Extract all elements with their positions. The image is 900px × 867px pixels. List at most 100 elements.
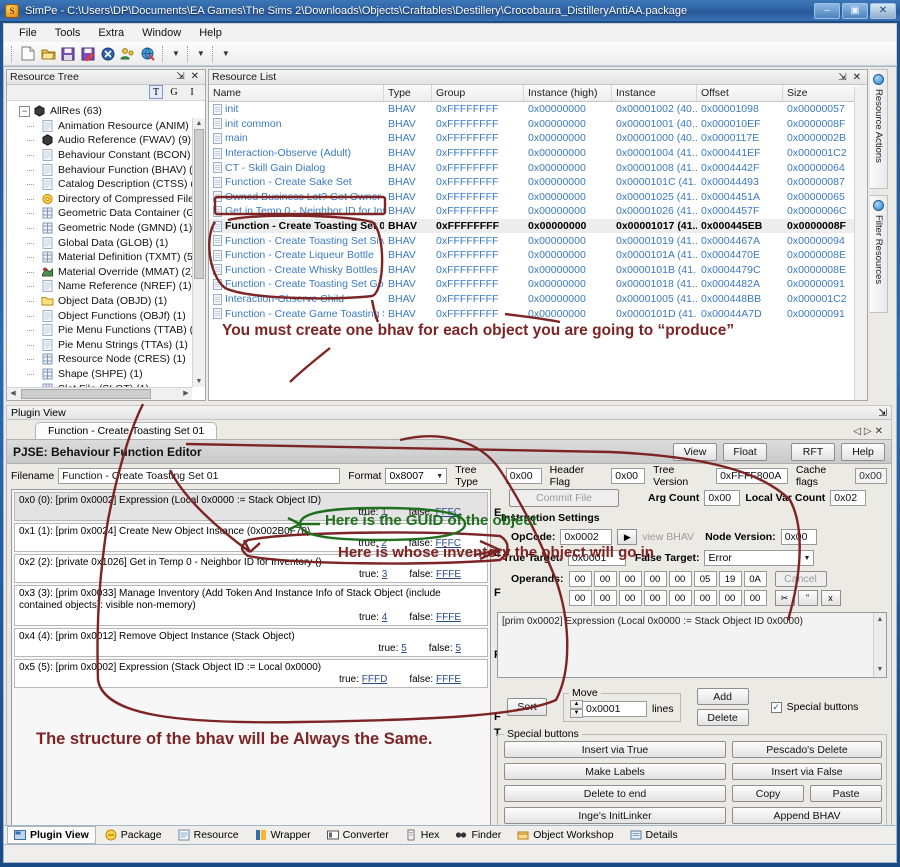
tree-type-input[interactable]: 0x00 <box>505 468 542 484</box>
pin-icon[interactable]: ⇲ <box>173 71 187 82</box>
bottom-tab-details[interactable]: Details <box>623 826 685 844</box>
false-value[interactable]: 5 <box>455 643 461 654</box>
scroll-up-arrow[interactable]: ▲ <box>193 118 205 129</box>
header-flag-input[interactable]: 0x00 <box>611 468 646 484</box>
bottom-tab-finder[interactable]: Finder <box>448 826 508 844</box>
operand-cell[interactable]: 00 <box>643 571 667 587</box>
sort-button[interactable]: Sort <box>507 698 547 716</box>
special-button-6[interactable]: Paste <box>810 785 882 802</box>
scroll-thumb[interactable] <box>194 128 204 279</box>
special-button-4[interactable]: Delete to end <box>504 785 726 802</box>
bottom-tab-plugin-view[interactable]: Plugin View <box>7 826 96 844</box>
tree-horizontal-scrollbar[interactable]: ◀ ▶ <box>7 386 192 400</box>
vtab-filter-resources[interactable]: Filter Resources <box>870 195 888 313</box>
rft-button[interactable]: RFT <box>791 442 835 461</box>
operand-cell[interactable]: 00 <box>643 590 667 606</box>
view-button[interactable]: View <box>673 442 717 461</box>
menu-item-tools[interactable]: Tools <box>46 25 90 41</box>
operand-cell[interactable]: 00 <box>743 590 767 606</box>
tree-expander[interactable]: − <box>19 105 30 117</box>
table-row[interactable]: Function - Create Game Toasting Set BHAV 0… <box>209 306 867 321</box>
special-buttons-checkbox[interactable]: ✓ <box>770 701 782 713</box>
special-button-2[interactable]: Make Labels <box>504 763 726 780</box>
tab-function-create-toasting-set-01[interactable]: Function - Create Toasting Set 01 <box>35 422 218 439</box>
tree-item-17[interactable]: Shape (SHPE) (1) <box>11 367 205 382</box>
bottom-tab-converter[interactable]: Converter <box>320 826 396 844</box>
table-row[interactable]: init common BHAV 0xFFFFFFFF 0x00000000 0x000… <box>209 117 867 132</box>
instruction-row[interactable]: 0x4 (4): [prim 0x0012] Remove Object Ins… <box>14 628 488 657</box>
table-row[interactable]: Owned Business Lot? Get Owner nID BHAV 0xF… <box>209 190 867 205</box>
false-value[interactable]: FFFE <box>436 612 461 623</box>
false-value[interactable]: FFFC <box>435 538 461 549</box>
table-row[interactable]: init BHAV 0xFFFFFFFF 0x00000000 0x00001002 (… <box>209 102 867 117</box>
scroll-up-arrow[interactable]: ▲ <box>877 614 884 626</box>
new-file-icon[interactable] <box>19 45 37 63</box>
help-button[interactable]: Help <box>841 442 885 461</box>
table-row[interactable]: CT - Skill Gain Dialog BHAV 0xFFFFFFFF 0x00… <box>209 160 867 175</box>
resource-list-scrollbar[interactable] <box>854 87 867 400</box>
special-button-3[interactable]: Insert via False <box>732 763 882 780</box>
clear-icon[interactable]: x <box>820 590 841 606</box>
tree-item-12[interactable]: Object Data (OBJD) (1) <box>11 294 205 309</box>
tree-vertical-scrollbar[interactable]: ▲ ▼ <box>192 117 205 387</box>
operand-cell[interactable]: 00 <box>568 571 592 587</box>
pin-icon[interactable]: ⇲ <box>878 407 887 419</box>
vtab-resource-actions[interactable]: Resource Actions <box>870 69 888 189</box>
true-value[interactable]: 5 <box>401 643 407 654</box>
column-header-instance[interactable]: Instance <box>612 85 697 101</box>
tree-item-0[interactable]: Animation Resource (ANIM) (2) <box>11 119 205 134</box>
table-row[interactable]: Function - Create Toasting Set Gold BHAV 0… <box>209 277 867 292</box>
play-icon[interactable]: ▶ <box>617 529 638 545</box>
move-up-arrow[interactable]: ▲ <box>570 699 583 709</box>
table-row[interactable]: Get in Temp 0 - Neighbor ID for Inv... BH… <box>209 204 867 219</box>
local-var-count-input[interactable]: 0x02 <box>830 490 867 506</box>
table-row[interactable]: Function - Create Whisky Bottles BHAV 0xFF… <box>209 263 867 278</box>
globe-icon[interactable] <box>139 45 157 63</box>
operand-cell[interactable]: 0A <box>743 571 767 587</box>
table-row[interactable]: Interaction-Observe Child BHAV 0xFFFFFFFF 0… <box>209 292 867 307</box>
menu-item-extra[interactable]: Extra <box>89 25 133 41</box>
tree-item-13[interactable]: Object Functions (OBJf) (1) <box>11 308 205 323</box>
special-button-8[interactable]: Append BHAV <box>732 807 882 824</box>
chevron-down-icon[interactable]: ▼ <box>433 473 446 480</box>
bottom-tab-package[interactable]: Package <box>98 826 169 844</box>
bottom-tab-hex[interactable]: Hex <box>398 826 447 844</box>
column-header-size[interactable]: Size <box>783 85 863 101</box>
move-lines-input[interactable]: 0x0001 <box>583 700 647 717</box>
scroll-down-arrow[interactable]: ▼ <box>877 664 884 676</box>
save-as-icon[interactable] <box>79 45 97 63</box>
instruction-row[interactable]: 0x0 (0): [prim 0x0002] Expression (Local… <box>14 492 488 521</box>
false-value[interactable]: FFFE <box>436 674 461 685</box>
minimize-button[interactable]: – <box>814 2 840 19</box>
false-value[interactable]: FFFC <box>435 507 461 518</box>
operand-cell[interactable]: 00 <box>668 571 692 587</box>
column-header-type[interactable]: Type <box>384 85 432 101</box>
tree-item-7[interactable]: Geometric Node (GMND) (1) <box>11 221 205 236</box>
close-icon[interactable]: ✕ <box>850 72 864 83</box>
description-scrollbar[interactable]: ▲ ▼ <box>873 613 886 677</box>
operand-cell[interactable]: 00 <box>618 571 642 587</box>
tree-item-8[interactable]: Global Data (GLOB) (1) <box>11 235 205 250</box>
quote-icon[interactable]: ” <box>797 590 818 606</box>
close-button[interactable]: ✕ <box>870 2 896 19</box>
true-value[interactable]: 2 <box>381 538 387 549</box>
menu-item-help[interactable]: Help <box>190 25 231 41</box>
special-button-1[interactable]: Pescado's Delete <box>732 741 882 758</box>
tree-item-9[interactable]: Material Definition (TXMT) (5) <box>11 250 205 265</box>
operand-cell[interactable]: 00 <box>668 590 692 606</box>
move-down-arrow[interactable]: ▼ <box>570 708 583 718</box>
arg-count-input[interactable]: 0x00 <box>704 490 741 506</box>
true-value[interactable]: FFFD <box>362 674 388 685</box>
special-button-5[interactable]: Copy <box>732 785 804 802</box>
open-folder-icon[interactable] <box>39 45 57 63</box>
tree-item-5[interactable]: Directory of Compressed Files (C <box>11 192 205 207</box>
tree-item-6[interactable]: Geometric Data Container (GMDC <box>11 206 205 221</box>
stop-icon[interactable] <box>99 45 117 63</box>
operand-cell[interactable]: 00 <box>693 590 717 606</box>
table-row[interactable]: main BHAV 0xFFFFFFFF 0x00000000 0x00001000 (… <box>209 131 867 146</box>
column-header-instance-high[interactable]: Instance (high) <box>524 85 612 101</box>
tree-item-16[interactable]: Resource Node (CRES) (1) <box>11 352 205 367</box>
maximize-button[interactable]: ▣ <box>842 2 868 19</box>
menu-item-window[interactable]: Window <box>133 25 190 41</box>
column-header-group[interactable]: Group <box>432 85 524 101</box>
